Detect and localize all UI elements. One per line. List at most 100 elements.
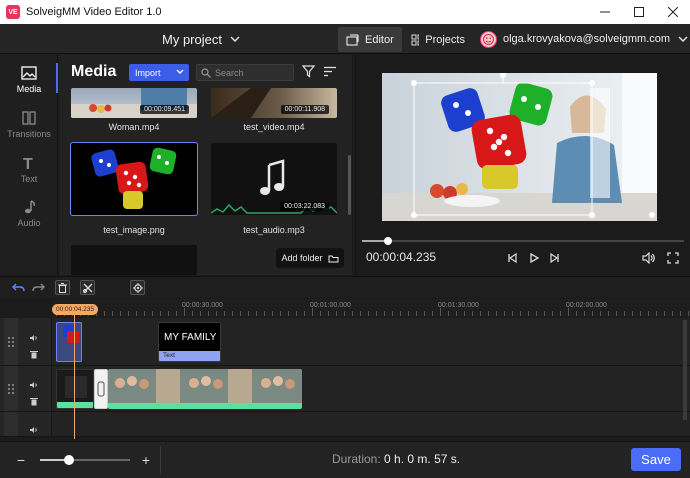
- close-button[interactable]: [656, 0, 690, 24]
- track-mute-button[interactable]: [27, 379, 41, 391]
- next-frame-icon[interactable]: [549, 252, 561, 264]
- ruler-tick: [400, 311, 401, 316]
- sidebar-item-audio[interactable]: Audio: [0, 191, 58, 235]
- transitions-icon: [22, 111, 36, 125]
- sidebar-item-media[interactable]: Media: [0, 57, 58, 101]
- split-tools-button[interactable]: [80, 280, 95, 295]
- tools-icon: [82, 283, 92, 293]
- import-button[interactable]: Import: [129, 64, 189, 81]
- sidebar-item-label: Audio: [17, 218, 41, 228]
- preview-frame: [382, 73, 657, 221]
- filter-icon[interactable]: [302, 65, 315, 78]
- track-drag-handle[interactable]: [4, 366, 18, 411]
- media-thumb-test-audio[interactable]: 00:03:22.083: [211, 143, 337, 215]
- media-thumb-partial[interactable]: [71, 245, 197, 275]
- ruler-tick: [440, 308, 441, 316]
- zoom-out-button[interactable]: −: [11, 450, 31, 470]
- track-mute-button[interactable]: [27, 424, 41, 436]
- playhead-time-badge[interactable]: 00:00:04.235: [52, 304, 98, 315]
- track-delete-button[interactable]: [27, 395, 41, 407]
- ruler-tick: [320, 311, 321, 316]
- timeline-clip-text[interactable]: MY FAMILY Text: [158, 322, 221, 362]
- sidebar-item-text[interactable]: T Text: [0, 147, 58, 191]
- ruler-tick: [312, 308, 313, 316]
- ruler-tick: [352, 311, 353, 316]
- preview-seekbar[interactable]: [362, 237, 684, 245]
- drag-dots-icon: [8, 337, 14, 347]
- delete-clip-button[interactable]: [55, 280, 70, 295]
- search-box: [196, 64, 294, 81]
- trash-icon: [30, 397, 38, 405]
- zoom-in-button[interactable]: +: [136, 450, 156, 470]
- zoom-slider[interactable]: [40, 455, 130, 465]
- zoom-slider-handle[interactable]: [63, 455, 74, 465]
- undo-button[interactable]: [11, 280, 26, 295]
- tab-editor[interactable]: Editor: [338, 27, 402, 52]
- add-folder-label: Add folder: [281, 253, 323, 263]
- trash-icon: [58, 282, 67, 293]
- clip-audio-band: [108, 403, 302, 409]
- minimize-icon: [600, 11, 610, 13]
- previous-frame-icon[interactable]: [506, 252, 518, 264]
- search-input[interactable]: [215, 67, 285, 78]
- maximize-button[interactable]: [622, 0, 656, 24]
- transition-handle[interactable]: [94, 369, 108, 409]
- ruler-tick: [496, 311, 497, 316]
- ruler-tick: [304, 311, 305, 316]
- add-folder-button[interactable]: Add folder: [276, 248, 344, 268]
- timeline-settings-button[interactable]: [130, 280, 145, 295]
- video-preview[interactable]: [382, 73, 657, 221]
- window-title: SolveigMM Video Editor 1.0: [26, 6, 162, 18]
- ruler-tick: [336, 311, 337, 316]
- media-thumb-woman[interactable]: 00:00:09.451: [71, 88, 197, 118]
- ruler-tick: [176, 311, 177, 316]
- duration-badge: 00:00:11.908: [280, 105, 329, 114]
- play-icon[interactable]: [528, 252, 540, 264]
- timeline-toolbar: [0, 276, 690, 298]
- media-scrollbar[interactable]: [348, 155, 351, 215]
- sidebar-item-transitions[interactable]: Transitions: [0, 102, 58, 146]
- ruler-tick: [344, 311, 345, 316]
- track-drag-handle[interactable]: [4, 318, 18, 365]
- minimize-button[interactable]: [588, 0, 622, 24]
- ruler-tick: [680, 311, 681, 316]
- ruler-tick: [536, 311, 537, 316]
- ruler-tick: [488, 311, 489, 316]
- playhead-line[interactable]: [74, 315, 75, 439]
- tab-projects[interactable]: Projects: [403, 27, 473, 52]
- redo-button[interactable]: [31, 280, 46, 295]
- sort-icon[interactable]: [323, 66, 337, 77]
- volume-icon[interactable]: [642, 252, 656, 264]
- ruler-label: 00:00:30.000: [182, 302, 223, 309]
- ruler-tick: [408, 311, 409, 316]
- timeline-clip-video-2[interactable]: [108, 369, 302, 409]
- track-delete-button[interactable]: [27, 348, 41, 360]
- ruler-tick: [184, 308, 185, 316]
- seekbar-handle[interactable]: [383, 237, 392, 245]
- avatar: [480, 30, 497, 48]
- timeline-ruler[interactable]: 00:00:30.000 00:01:00.000 00:01:30.000 0…: [52, 299, 690, 317]
- clip-audio-band: [57, 402, 93, 408]
- ruler-tick: [520, 311, 521, 316]
- ruler-tick: [152, 311, 153, 316]
- ruler-label: 00:02:00.000: [566, 302, 607, 309]
- timeline-clip-image[interactable]: [56, 322, 82, 362]
- timeline-scrollbar[interactable]: [683, 320, 687, 420]
- chevron-down-icon: [176, 69, 184, 74]
- ruler-tick: [504, 311, 505, 316]
- project-selector[interactable]: My project: [162, 24, 240, 54]
- ruler-tick: [464, 311, 465, 316]
- account-menu[interactable]: olga.krovyakova@solveigmm.com: [480, 24, 688, 54]
- media-thumb-test-image[interactable]: [70, 142, 198, 216]
- fullscreen-icon[interactable]: [667, 252, 679, 264]
- timeline-clip-video-1[interactable]: [56, 369, 94, 409]
- volume-icon: [30, 382, 37, 388]
- save-button[interactable]: Save: [631, 448, 681, 471]
- media-title: Media: [71, 63, 117, 80]
- track-mute-button[interactable]: [27, 332, 41, 344]
- media-thumb-test-video[interactable]: 00:00:11.908: [211, 88, 337, 118]
- project-duration: Duration: 0 h. 0 m. 57 s.: [332, 452, 460, 466]
- tab-projects-label: Projects: [425, 33, 465, 46]
- folder-icon: [328, 255, 339, 262]
- track-drag-handle[interactable]: [4, 412, 18, 436]
